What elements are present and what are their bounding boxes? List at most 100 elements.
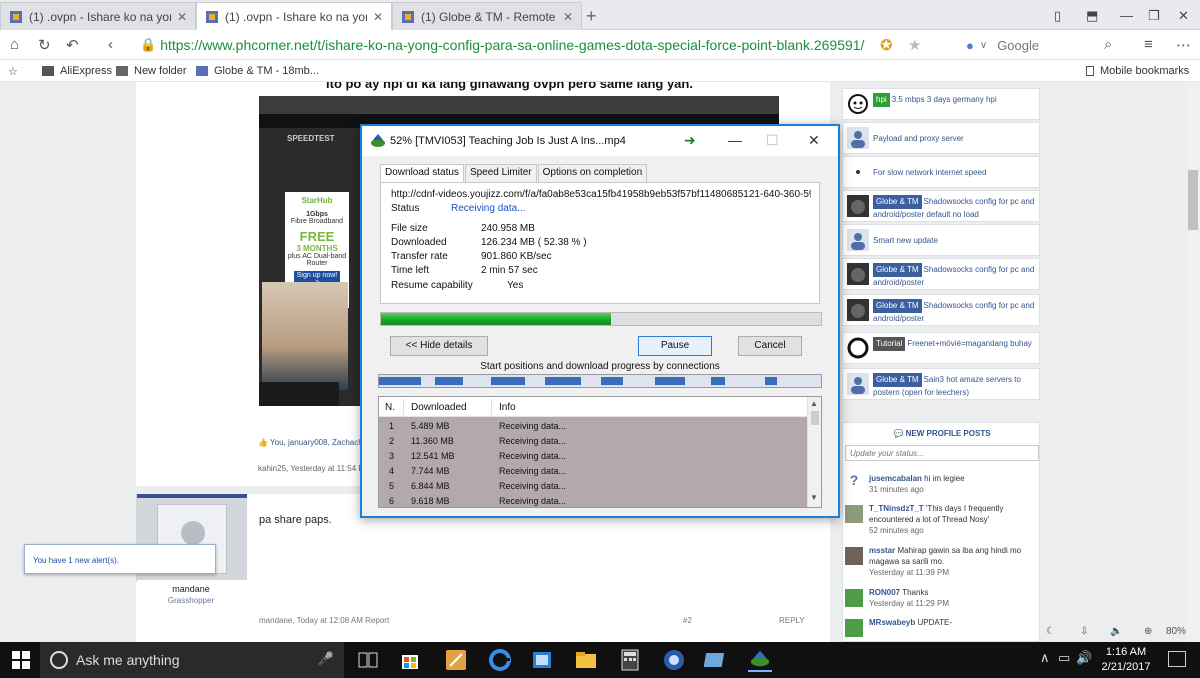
table-row[interactable]: 4 7.744 MB Receiving data... bbox=[379, 464, 807, 479]
sidebar-thread-item[interactable]: Globe & TM Shadowsocks config for pc and … bbox=[842, 294, 1040, 326]
thread-prefix-tag: Globe & TM bbox=[873, 373, 922, 387]
system-clock[interactable]: 1:16 AM 2/21/2017 bbox=[1100, 645, 1152, 675]
app-window-icon[interactable] bbox=[530, 648, 554, 672]
download-icon[interactable]: ⇩ bbox=[1080, 626, 1088, 637]
cancel-button[interactable]: Cancel bbox=[738, 336, 802, 356]
globe-app-icon[interactable] bbox=[662, 648, 686, 672]
home-icon[interactable]: ⌂ bbox=[10, 36, 19, 53]
address-bar[interactable]: 🔒 https://www.phcorner.net/t/ishare-ko-n… bbox=[140, 34, 948, 56]
tab-options-on-completion[interactable]: Options on completion bbox=[537, 164, 648, 182]
search-engine-icon: ● bbox=[966, 37, 974, 53]
idm-taskbar-icon[interactable] bbox=[748, 648, 772, 672]
bookmark-new-folder[interactable]: New folder bbox=[116, 65, 187, 77]
browser-tab-active[interactable]: (1) .ovpn - Ishare ko na yong c ✕ bbox=[196, 2, 392, 30]
bookmark-aliexpress[interactable]: AliExpress bbox=[42, 65, 112, 77]
ad-line: 3 MONTHS bbox=[296, 244, 338, 253]
page-scrollbar[interactable] bbox=[1186, 82, 1200, 642]
profile-post-item[interactable]: T_TNinsdzT_T 'This days I frequently enc… bbox=[845, 503, 1039, 536]
profile-post-item[interactable]: MRswabeyb UPDATE- bbox=[845, 617, 1039, 637]
dialog-titlebar[interactable]: 52% [TMVI053] Teaching Job Is Just A Ins… bbox=[362, 126, 838, 156]
minimize-button[interactable]: — bbox=[1120, 8, 1133, 23]
sidebar-thread-item[interactable]: Smart new update bbox=[842, 224, 1040, 256]
table-row[interactable]: 5 6.844 MB Receiving data... bbox=[379, 479, 807, 494]
task-view-icon[interactable] bbox=[356, 648, 380, 672]
network-icon[interactable]: ▭ bbox=[1058, 650, 1070, 666]
volume-icon[interactable]: 🔊 bbox=[1076, 650, 1092, 666]
sidebar-thread-item[interactable]: Tutorial Freenet+mövié=magandang buhay bbox=[842, 332, 1040, 364]
more-icon[interactable]: ⋯ bbox=[1176, 36, 1191, 54]
page-scrollbar-thumb[interactable] bbox=[1188, 170, 1198, 230]
table-row[interactable]: 6 9.618 MB Receiving data... bbox=[379, 494, 807, 507]
hide-details-button[interactable]: << Hide details bbox=[390, 336, 488, 356]
close-icon[interactable]: ✕ bbox=[177, 10, 187, 24]
zoom-icon[interactable]: ⊕ bbox=[1144, 626, 1152, 637]
file-explorer-icon[interactable] bbox=[574, 648, 598, 672]
reply-username[interactable]: mandane bbox=[136, 584, 246, 594]
store-icon[interactable] bbox=[398, 648, 422, 672]
reply-link[interactable]: REPLY bbox=[779, 616, 805, 625]
reply-text: pa share paps. bbox=[259, 514, 332, 526]
edge-icon[interactable] bbox=[488, 648, 512, 672]
column-header-n[interactable]: N. bbox=[385, 402, 395, 413]
browser-tab[interactable]: (1) Globe & TM - Remote pro ✕ bbox=[392, 2, 582, 30]
bookmark-mobile[interactable]: Mobile bookmarks bbox=[1086, 65, 1189, 77]
microphone-icon[interactable]: 🎤 bbox=[318, 651, 334, 667]
scrollbar-thumb[interactable] bbox=[811, 411, 819, 425]
bookmark-star-icon[interactable]: ☆ bbox=[8, 65, 18, 78]
back-icon[interactable]: ‹ bbox=[108, 36, 113, 53]
extension-icon[interactable]: ✪ bbox=[880, 36, 893, 54]
cortana-search-box[interactable]: Ask me anything 🎤 bbox=[40, 642, 344, 678]
network-app-icon[interactable] bbox=[704, 648, 728, 672]
chevron-up-icon[interactable]: ∧ bbox=[1040, 650, 1050, 666]
profile-post-item[interactable]: msstar Mahirap gawin sa iba ang hindi mo… bbox=[845, 545, 1039, 578]
ad-brand: StarHub bbox=[301, 196, 333, 205]
sidebar-thread-item[interactable]: Globe & TM Shadowsocks config for pc and … bbox=[842, 258, 1040, 290]
minimize-button[interactable]: — bbox=[728, 132, 742, 148]
new-tab-button[interactable]: + bbox=[586, 6, 597, 27]
sidebar-thread-item[interactable]: Globe & TM Shadowsocks config for pc and … bbox=[842, 190, 1040, 222]
search-engine-box[interactable]: ● ∨ Google bbox=[966, 34, 1096, 56]
calculator-icon[interactable] bbox=[618, 648, 642, 672]
reload-icon[interactable]: ↻ bbox=[38, 36, 51, 54]
close-window-button[interactable]: ✕ bbox=[1178, 8, 1189, 24]
sidebar-thread-item[interactable]: hpi 3.5 mbps 3 days germany hpi bbox=[842, 88, 1040, 120]
bookmark-globe-tm[interactable]: Globe & TM - 18mb... bbox=[196, 65, 319, 77]
tab-speed-limiter[interactable]: Speed Limiter bbox=[464, 164, 537, 182]
profile-post-item[interactable]: RON007 Thanks Yesterday at 11:29 PM bbox=[845, 587, 1039, 609]
tab-list-icon[interactable]: ▯ bbox=[1054, 8, 1061, 24]
sidebar-thread-item[interactable]: Payload and proxy server bbox=[842, 122, 1040, 154]
close-icon[interactable]: ✕ bbox=[563, 10, 573, 24]
table-scrollbar[interactable]: ▲ ▼ bbox=[807, 397, 821, 507]
speaker-icon[interactable]: 🔈 bbox=[1110, 626, 1122, 637]
alert-popup[interactable]: You have 1 new alert(s). bbox=[24, 544, 216, 574]
browser-status-bar: ☾ ⇩ 🔈 ⊕ 80% bbox=[1040, 626, 1200, 642]
maximize-button[interactable]: ☐ bbox=[766, 132, 779, 149]
browser-tab[interactable]: (1) .ovpn - Ishare ko na yong c ✕ bbox=[0, 2, 196, 30]
table-row[interactable]: 2 11.360 MB Receiving data... bbox=[379, 434, 807, 449]
menu-icon[interactable]: ≡ bbox=[1144, 36, 1153, 53]
sidebar-thread-item[interactable]: Globe & TM Sain3 hot amaze servers to pos… bbox=[842, 368, 1040, 400]
column-header-downloaded[interactable]: Downloaded bbox=[411, 402, 467, 413]
default-avatar-icon bbox=[847, 229, 869, 251]
star-icon[interactable]: ★ bbox=[908, 36, 921, 54]
profile-post-item[interactable]: ? jusemcabalan hi im legiee 31 minutes ag… bbox=[845, 473, 1039, 495]
table-row[interactable]: 1 5.489 MB Receiving data... bbox=[379, 419, 807, 434]
undo-icon[interactable]: ↶ bbox=[66, 36, 79, 54]
moon-icon[interactable]: ☾ bbox=[1046, 626, 1055, 637]
sidebar-thread-item[interactable]: For slow network internet speed bbox=[842, 156, 1040, 188]
table-row[interactable]: 3 12.541 MB Receiving data... bbox=[379, 449, 807, 464]
status-update-input[interactable] bbox=[845, 445, 1039, 461]
shirt-icon[interactable]: ⬒ bbox=[1086, 8, 1098, 24]
close-button[interactable]: ✕ bbox=[808, 132, 820, 149]
scroll-down-icon[interactable]: ▼ bbox=[810, 493, 818, 502]
pause-button[interactable]: Pause bbox=[638, 336, 712, 356]
action-center-icon[interactable] bbox=[1168, 651, 1186, 667]
tab-download-status[interactable]: Download status bbox=[380, 164, 464, 183]
app-icon[interactable] bbox=[444, 648, 468, 672]
search-icon[interactable]: ⌕ bbox=[1104, 36, 1112, 53]
windows-start-icon[interactable] bbox=[12, 651, 30, 669]
column-header-info[interactable]: Info bbox=[499, 402, 516, 413]
maximize-button[interactable]: ❐ bbox=[1148, 8, 1160, 24]
scroll-up-icon[interactable]: ▲ bbox=[810, 399, 818, 408]
close-icon[interactable]: ✕ bbox=[373, 10, 383, 24]
